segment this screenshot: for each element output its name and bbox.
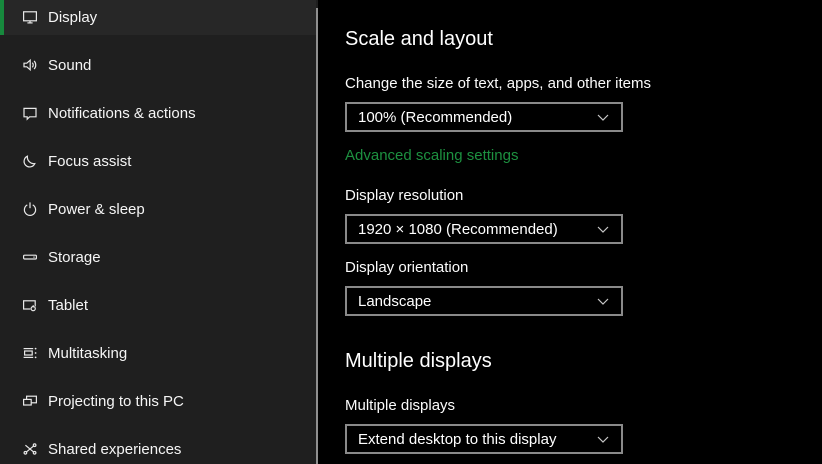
multiple-displays-dropdown-value: Extend desktop to this display bbox=[358, 431, 556, 448]
sidebar-item-projecting[interactable]: Projecting to this PC bbox=[0, 383, 316, 419]
multiple-displays-heading: Multiple displays bbox=[345, 350, 492, 373]
advanced-scaling-link[interactable]: Advanced scaling settings bbox=[345, 147, 518, 164]
orientation-dropdown-value: Landscape bbox=[358, 293, 431, 310]
sidebar-item-label: Power & sleep bbox=[48, 201, 145, 218]
orientation-label: Display orientation bbox=[345, 259, 468, 276]
scale-dropdown[interactable]: 100% (Recommended) bbox=[345, 102, 623, 132]
sidebar-item-multitasking[interactable]: Multitasking bbox=[0, 335, 316, 371]
sidebar-item-label: Focus assist bbox=[48, 153, 131, 170]
resolution-dropdown-value: 1920 × 1080 (Recommended) bbox=[358, 221, 558, 238]
sidebar-item-display[interactable]: Display bbox=[0, 0, 316, 35]
shared-experiences-icon bbox=[22, 441, 38, 457]
settings-window: Display Sound Notifica bbox=[0, 0, 822, 464]
sidebar-item-label: Shared experiences bbox=[48, 441, 181, 458]
multiple-displays-label: Multiple displays bbox=[345, 397, 455, 414]
sidebar-item-shared-experiences[interactable]: Shared experiences bbox=[0, 431, 316, 464]
scale-label: Change the size of text, apps, and other… bbox=[345, 75, 651, 92]
sidebar-item-label: Projecting to this PC bbox=[48, 393, 184, 410]
selected-accent-bar bbox=[0, 0, 4, 35]
notifications-icon bbox=[22, 105, 38, 121]
chevron-down-icon bbox=[597, 226, 609, 233]
projecting-icon bbox=[22, 393, 38, 409]
sidebar-item-label: Display bbox=[48, 9, 97, 26]
sidebar-item-tablet[interactable]: Tablet bbox=[0, 287, 316, 323]
chevron-down-icon bbox=[597, 436, 609, 443]
multiple-displays-dropdown[interactable]: Extend desktop to this display bbox=[345, 424, 623, 454]
multitasking-icon bbox=[22, 345, 38, 361]
resolution-label: Display resolution bbox=[345, 187, 463, 204]
orientation-dropdown[interactable]: Landscape bbox=[345, 286, 623, 316]
storage-icon bbox=[22, 249, 38, 265]
sidebar-item-notifications[interactable]: Notifications & actions bbox=[0, 95, 316, 131]
sidebar-nav-list: Display Sound Notifica bbox=[0, 0, 316, 464]
chevron-down-icon bbox=[597, 114, 609, 121]
sidebar-item-focus-assist[interactable]: Focus assist bbox=[0, 143, 316, 179]
chevron-down-icon bbox=[597, 298, 609, 305]
scale-and-layout-heading: Scale and layout bbox=[345, 28, 493, 51]
power-icon bbox=[22, 201, 38, 217]
sidebar-item-label: Tablet bbox=[48, 297, 88, 314]
sidebar-item-sound[interactable]: Sound bbox=[0, 47, 316, 83]
scale-dropdown-value: 100% (Recommended) bbox=[358, 109, 512, 126]
sidebar-item-label: Storage bbox=[48, 249, 101, 266]
sidebar: Display Sound Notifica bbox=[0, 0, 318, 464]
sidebar-item-label: Sound bbox=[48, 57, 91, 74]
settings-content: Scale and layout Change the size of text… bbox=[318, 0, 822, 464]
sidebar-item-label: Multitasking bbox=[48, 345, 127, 362]
sidebar-item-power-sleep[interactable]: Power & sleep bbox=[0, 191, 316, 227]
focus-assist-icon bbox=[22, 153, 38, 169]
resolution-dropdown[interactable]: 1920 × 1080 (Recommended) bbox=[345, 214, 623, 244]
tablet-icon bbox=[22, 297, 38, 313]
sidebar-item-storage[interactable]: Storage bbox=[0, 239, 316, 275]
display-icon bbox=[22, 9, 38, 25]
sidebar-item-label: Notifications & actions bbox=[48, 105, 196, 122]
sound-icon bbox=[22, 57, 38, 73]
